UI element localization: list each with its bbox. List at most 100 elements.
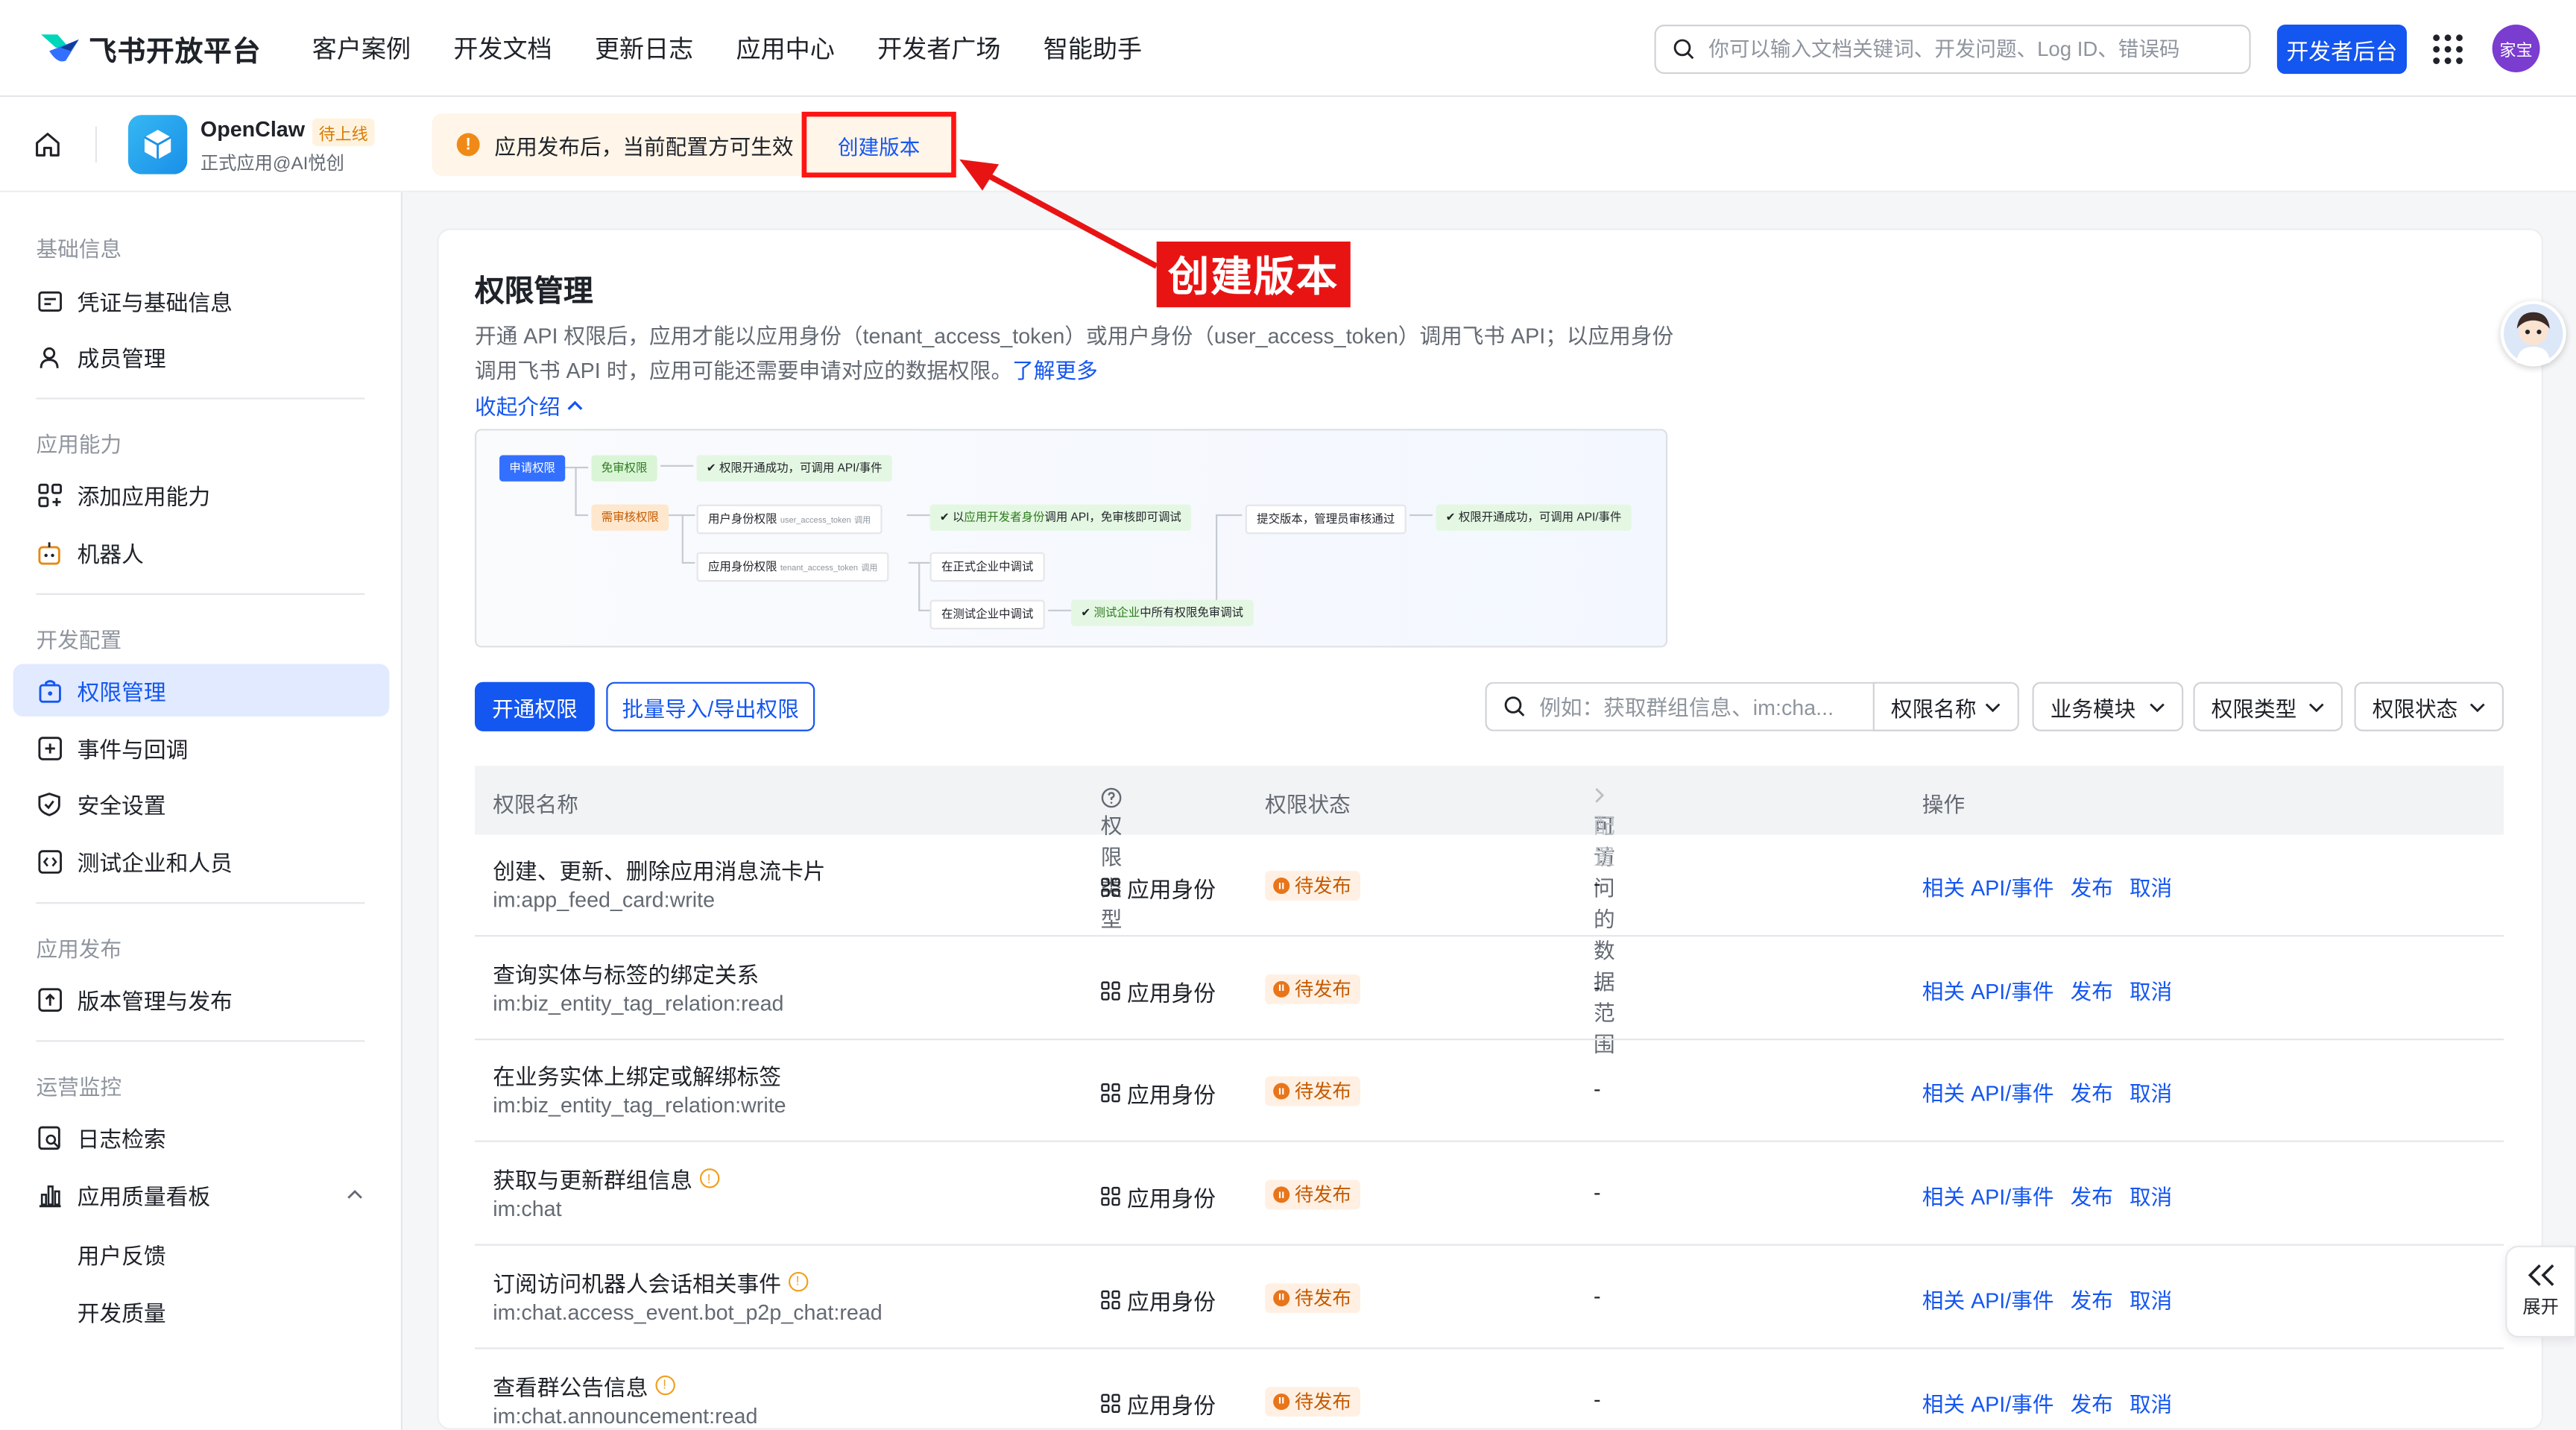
data-scope: - <box>1593 1386 1601 1411</box>
filter-permission-type[interactable]: 权限类型 <box>2193 681 2343 731</box>
permission-name: 查看群公告信息! <box>493 1368 675 1401</box>
app-identity-icon <box>1101 878 1120 897</box>
row-actions: 相关 API/事件 发布 取消 <box>1922 871 2173 902</box>
user-avatar[interactable]: 家宝 <box>2492 25 2540 72</box>
sidebar-item-members[interactable]: 成员管理 <box>13 330 390 383</box>
cancel-link[interactable]: 取消 <box>2130 1283 2172 1314</box>
nav-item-assistant[interactable]: 智能助手 <box>1044 31 1142 66</box>
sidebar-item-bot[interactable]: 机器人 <box>13 526 390 579</box>
home-icon[interactable] <box>33 130 63 160</box>
related-api-link[interactable]: 相关 API/事件 <box>1922 974 2054 1005</box>
publish-link[interactable]: 发布 <box>2071 1180 2113 1212</box>
flow-step-test-debug: 在测试企业中调试 <box>929 599 1045 630</box>
chevron-up-icon[interactable] <box>347 1188 363 1200</box>
dev-console-button[interactable]: 开发者后台 <box>2276 25 2408 75</box>
sidebar-subitem-dev-quality[interactable]: 开发质量 <box>78 1295 166 1328</box>
batch-import-export-button[interactable]: 批量导入/导出权限 <box>606 681 815 731</box>
sidebar-item-quality[interactable]: 应用质量看板 <box>13 1168 390 1221</box>
data-scope: - <box>1593 871 1601 896</box>
nav-item-cases[interactable]: 客户案例 <box>312 31 411 66</box>
collapse-intro-label: 收起介绍 <box>474 394 561 420</box>
app-identity-icon <box>1101 1393 1120 1412</box>
logo-text: 飞书开放平台 <box>89 36 262 68</box>
filter-permission-status[interactable]: 权限状态 <box>2354 681 2504 731</box>
sidebar-section-release: 应用发布 <box>36 936 122 962</box>
nav-item-docs[interactable]: 开发文档 <box>453 31 552 66</box>
pending-icon: ıı <box>1273 877 1290 895</box>
nav-item-changelog[interactable]: 更新日志 <box>595 31 693 66</box>
code-box-icon <box>36 848 62 874</box>
double-chevron-left-icon <box>2527 1264 2554 1286</box>
cancel-link[interactable]: 取消 <box>2130 1077 2172 1109</box>
cancel-link[interactable]: 取消 <box>2130 974 2172 1005</box>
cancel-link[interactable]: 取消 <box>2130 1386 2172 1417</box>
row-actions: 相关 API/事件 发布 取消 <box>1922 1077 2173 1109</box>
table-row: 获取与更新群组信息! im:chat 应用身份 ıı 待发布 - 相关 API/事件 发布 取消 <box>474 1144 2504 1246</box>
publish-link[interactable]: 发布 <box>2071 1386 2113 1417</box>
sidebar-item-permissions[interactable]: 权限管理 <box>13 664 390 716</box>
publish-link[interactable]: 发布 <box>2071 974 2113 1005</box>
open-permission-button[interactable]: 开通权限 <box>474 681 595 731</box>
filter-business-module[interactable]: 业务模块 <box>2032 681 2184 731</box>
sidebar-item-label: 应用质量看板 <box>77 1185 211 1210</box>
col-type: 权限类型 <box>1101 787 1123 932</box>
info-icon[interactable]: ! <box>787 1271 808 1291</box>
sidebar: 基础信息 凭证与基础信息 成员管理 应用能力 添加应用能力 机器人 开发配置 权… <box>0 192 403 1430</box>
flow-step-app-identity: 应用身份权限 tenant_access_token 调用 <box>696 552 889 582</box>
filter-permission-name[interactable]: 权限名称 <box>1872 681 2019 731</box>
log-search-icon <box>36 1124 62 1150</box>
permission-code: im:chat.access_event.bot_p2p_chat:read <box>493 1299 883 1325</box>
sidebar-item-test-tenant[interactable]: 测试企业和人员 <box>13 835 390 888</box>
data-scope: - <box>1593 1179 1601 1205</box>
related-api-link[interactable]: 相关 API/事件 <box>1922 871 2054 902</box>
flow-step-free: 免审权限 <box>591 455 657 482</box>
nav-item-app-center[interactable]: 应用中心 <box>736 31 835 66</box>
create-version-button[interactable]: 创建版本 <box>801 111 956 178</box>
global-search-input[interactable] <box>1708 37 2250 61</box>
related-api-link[interactable]: 相关 API/事件 <box>1922 1180 2054 1212</box>
assistant-avatar-icon[interactable] <box>2500 300 2566 367</box>
related-api-link[interactable]: 相关 API/事件 <box>1922 1283 2054 1314</box>
sidebar-item-add-capability[interactable]: 添加应用能力 <box>13 468 390 521</box>
help-icon[interactable] <box>1101 787 1123 809</box>
pending-icon: ıı <box>1273 980 1290 998</box>
publish-link[interactable]: 发布 <box>2071 1283 2113 1314</box>
cancel-link[interactable]: 取消 <box>2130 871 2172 902</box>
data-scope: - <box>1593 974 1601 999</box>
permission-search-input[interactable] <box>1539 694 1852 719</box>
cancel-link[interactable]: 取消 <box>2130 1180 2172 1212</box>
learn-more-link[interactable]: 了解更多 <box>1012 357 1098 382</box>
top-nav: 飞书开放平台 客户案例 开发文档 更新日志 应用中心 开发者广场 智能助手 开发… <box>0 0 2576 98</box>
expand-panel-button[interactable]: 展开 <box>2505 1245 2576 1338</box>
apps-grid-icon[interactable] <box>2433 34 2463 64</box>
related-api-link[interactable]: 相关 API/事件 <box>1922 1077 2054 1109</box>
filter-label: 权限名称 <box>1890 696 1977 721</box>
logo[interactable]: 飞书开放平台 <box>38 28 262 69</box>
related-api-link[interactable]: 相关 API/事件 <box>1922 1386 2054 1417</box>
col-status: 权限状态 <box>1265 792 1351 817</box>
sidebar-item-security[interactable]: 安全设置 <box>13 778 390 831</box>
publish-link[interactable]: 发布 <box>2071 871 2113 902</box>
data-scope: - <box>1593 1282 1601 1308</box>
collapse-intro-toggle[interactable]: 收起介绍 <box>475 389 584 421</box>
sidebar-item-logs[interactable]: 日志检索 <box>13 1111 390 1164</box>
chevron-down-icon <box>1985 702 2001 712</box>
annotation-label: 创建版本 <box>1156 242 1351 308</box>
permission-name: 查询实体与标签的绑定关系 <box>493 962 760 987</box>
info-icon[interactable]: ! <box>654 1374 675 1395</box>
flow-step-final: ✔ 权限开通成功，可调用 API/事件 <box>1436 504 1632 531</box>
publish-link[interactable]: 发布 <box>2071 1077 2113 1109</box>
filter-label: 权限状态 <box>2372 696 2458 721</box>
sidebar-item-events[interactable]: 事件与回调 <box>13 722 390 775</box>
info-icon[interactable]: ! <box>698 1168 719 1188</box>
sidebar-item-credentials[interactable]: 凭证与基础信息 <box>13 274 390 327</box>
permission-search[interactable] <box>1485 681 1875 731</box>
nav-item-dev-square[interactable]: 开发者广场 <box>877 31 1000 66</box>
capability-grid-icon <box>36 482 62 508</box>
global-search[interactable] <box>1654 25 2251 75</box>
col-scope: 可访问的数据范围 配置 <box>1594 787 1615 1056</box>
sidebar-item-versions[interactable]: 版本管理与发布 <box>13 973 390 1026</box>
sidebar-subitem-feedback[interactable]: 用户反馈 <box>78 1238 166 1270</box>
page-title: 权限管理 <box>474 274 593 308</box>
permission-code: im:chat.announcement:read <box>493 1402 758 1428</box>
